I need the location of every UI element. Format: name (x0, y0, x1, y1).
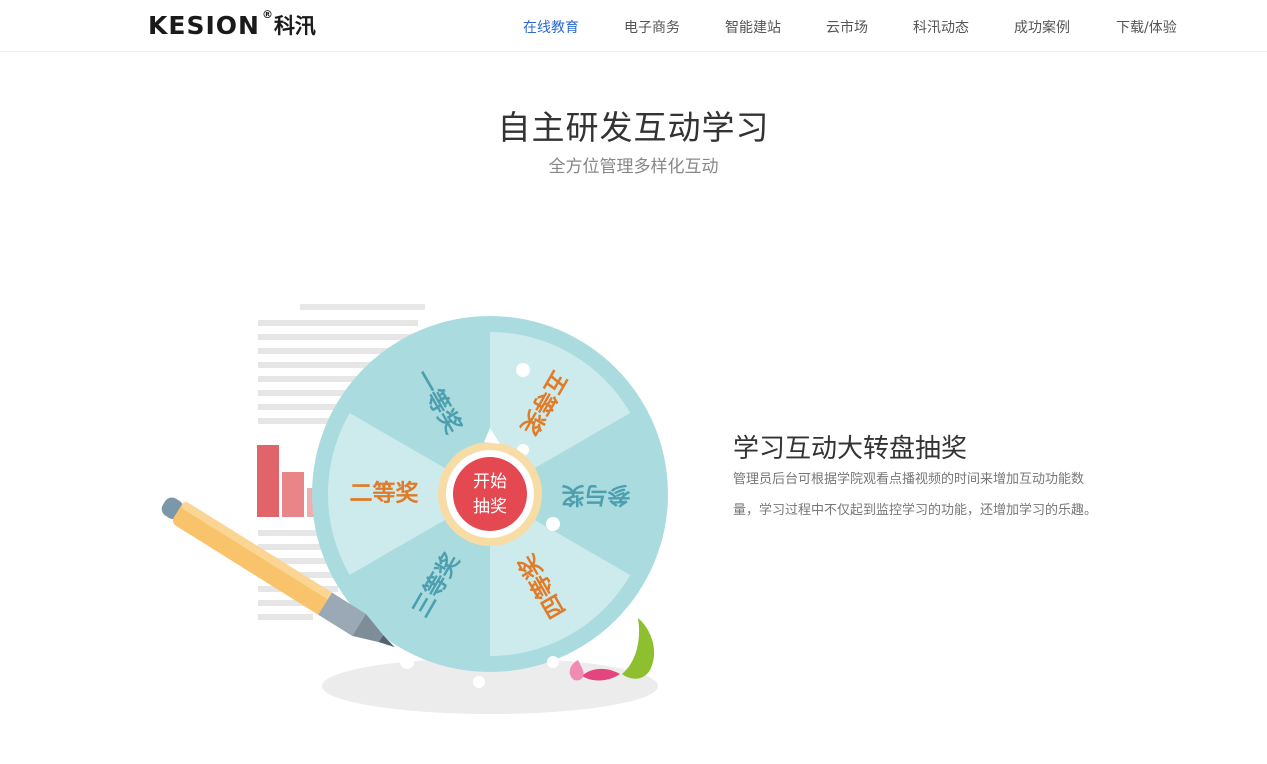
spin-button-label-1: 开始 (473, 472, 507, 492)
nav-item-smart-site[interactable]: 智能建站 (725, 17, 781, 37)
nav-item-online-education[interactable]: 在线教育 (523, 17, 579, 37)
nav-item-news[interactable]: 科汛动态 (913, 17, 969, 37)
spin-button-label-2: 抽奖 (473, 497, 507, 517)
nav-item-cases[interactable]: 成功案例 (1014, 17, 1070, 37)
spin-button (453, 457, 527, 531)
feature-title: 学习互动大转盘抽奖 (733, 434, 968, 464)
prize-label-second: 二等奖 (350, 480, 419, 507)
nav-item-ecommerce[interactable]: 电子商务 (624, 17, 680, 37)
section-title: 自主研发互动学习 (497, 108, 770, 147)
prize-label-participation: 参与奖 (562, 482, 631, 509)
feature-description: 管理员后台可根据学院观看点播视频的时间来增加互动功能数量，学习过程中不仅起到监控… (733, 472, 1098, 518)
site-header: KESION ® 科汛 在线教育 电子商务 智能建站 云市场 科汛动态 成功案例… (0, 0, 1267, 52)
nav-item-download[interactable]: 下载/体验 (1116, 17, 1177, 37)
section-subtitle: 全方位管理多样化互动 (548, 157, 719, 177)
lottery-wheel-illustration: 开始 抽奖 一等奖 五等奖 参与奖 四等奖 三等奖 二等奖 (150, 290, 670, 734)
main-nav: 在线教育 电子商务 智能建站 云市场 科汛动态 成功案例 下载/体验 (0, 0, 1267, 51)
nav-item-cloud-market[interactable]: 云市场 (826, 17, 868, 37)
